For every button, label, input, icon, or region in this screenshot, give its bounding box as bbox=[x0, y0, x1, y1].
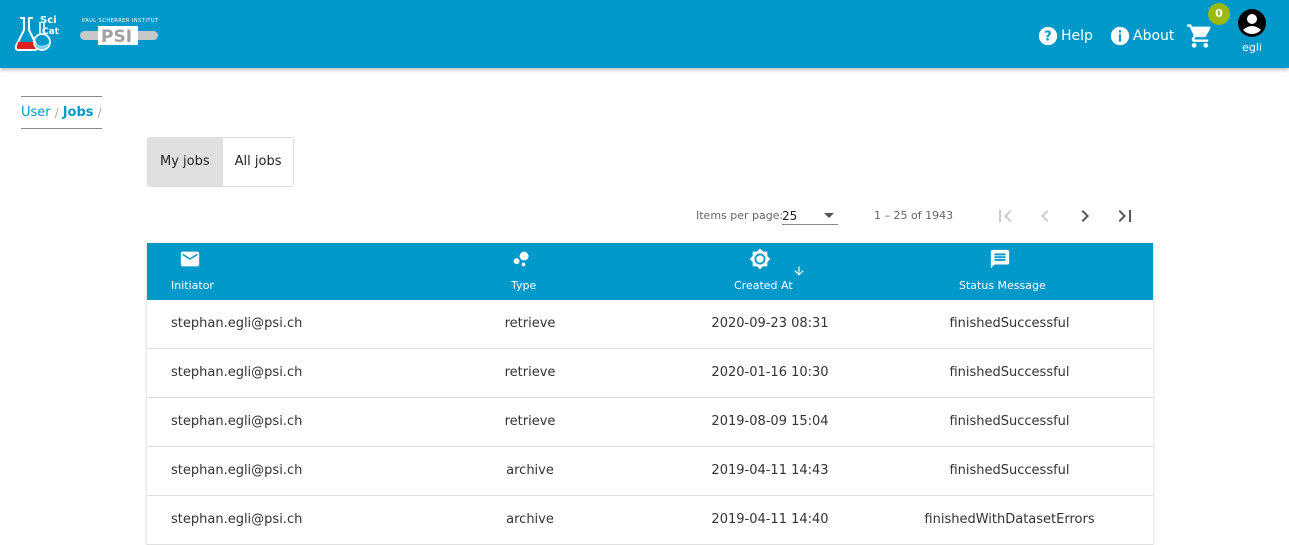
jobs-view-toggle: My jobs All jobs bbox=[147, 137, 295, 187]
cart-count-badge: 0 bbox=[1208, 3, 1230, 25]
about-label: About bbox=[1133, 28, 1175, 44]
breadcrumb-item-user[interactable]: User bbox=[21, 105, 51, 120]
all-jobs-toggle[interactable]: All jobs bbox=[222, 138, 294, 186]
items-per-page-select[interactable]: 25 bbox=[782, 205, 838, 225]
help-label: Help bbox=[1061, 28, 1093, 44]
svg-text:?: ? bbox=[1044, 30, 1051, 45]
status-cell: finishedSuccessful bbox=[949, 316, 1070, 331]
brightness-icon bbox=[749, 248, 771, 270]
type-cell: retrieve bbox=[504, 414, 556, 429]
breadcrumb-separator: / bbox=[54, 105, 59, 120]
column-header-status-message[interactable]: Status Message bbox=[947, 243, 1057, 300]
status-cell: finishedWithDatasetErrors bbox=[924, 512, 1095, 527]
type-cell: archive bbox=[506, 512, 554, 527]
column-label: Created At bbox=[734, 279, 793, 292]
scicat-logo-text-sci: Sci bbox=[40, 15, 57, 26]
breadcrumb-item-jobs[interactable]: Jobs bbox=[63, 105, 94, 120]
created-at-cell: 2020-09-23 08:31 bbox=[711, 316, 829, 331]
created-at-cell: 2019-04-11 14:40 bbox=[711, 512, 829, 527]
status-cell: finishedSuccessful bbox=[949, 463, 1070, 478]
next-page-button[interactable] bbox=[1073, 204, 1097, 228]
column-label: Initiator bbox=[171, 279, 214, 292]
items-per-page-label: Items per page: bbox=[696, 209, 784, 222]
created-at-cell: 2019-04-11 14:43 bbox=[711, 463, 829, 478]
psi-logo[interactable]: PAUL SCHERRER INSTITUT PSI bbox=[78, 15, 160, 47]
arrow-down-icon bbox=[794, 266, 804, 276]
user-avatar[interactable] bbox=[1237, 8, 1267, 38]
dropdown-arrow-icon bbox=[824, 213, 834, 218]
type-cell: retrieve bbox=[504, 365, 556, 380]
previous-page-button[interactable] bbox=[1033, 204, 1057, 228]
last-page-button[interactable] bbox=[1113, 204, 1137, 228]
info-icon bbox=[1110, 26, 1130, 46]
items-per-page-value: 25 bbox=[782, 209, 798, 223]
psi-logo-text: PSI bbox=[101, 27, 132, 47]
type-cell: retrieve bbox=[504, 316, 556, 331]
created-at-cell: 2019-08-09 15:04 bbox=[711, 414, 829, 429]
created-at-cell: 2020-01-16 10:30 bbox=[711, 365, 829, 380]
initiator-cell: stephan.egli@psi.ch bbox=[171, 414, 303, 429]
breadcrumb: User / Jobs / bbox=[21, 96, 102, 129]
last-page-icon bbox=[1118, 210, 1131, 222]
type-cell: archive bbox=[506, 463, 554, 478]
chevron-left-icon bbox=[1041, 210, 1049, 222]
page-range-label: 1 – 25 of 1943 bbox=[874, 209, 954, 222]
bubble-chart-icon bbox=[513, 251, 529, 267]
my-jobs-toggle[interactable]: My jobs bbox=[148, 138, 223, 186]
table-row[interactable]: stephan.egli@psi.ch retrieve 2019-08-09 … bbox=[147, 398, 1153, 447]
help-link[interactable]: ? Help bbox=[1037, 24, 1093, 48]
username-label: egli bbox=[1242, 41, 1262, 54]
column-label: Status Message bbox=[959, 279, 1046, 292]
jobs-table: Initiator Type Created At Status Message… bbox=[147, 243, 1153, 545]
chevron-right-icon bbox=[1081, 210, 1089, 222]
column-header-initiator[interactable]: Initiator bbox=[147, 243, 237, 300]
status-cell: finishedSuccessful bbox=[949, 414, 1070, 429]
table-header: Initiator Type Created At Status Message bbox=[147, 243, 1153, 300]
first-page-button[interactable] bbox=[993, 204, 1017, 228]
top-toolbar: Sci Cat PAUL SCHERRER INSTITUT PSI ? Hel… bbox=[0, 0, 1289, 68]
breadcrumb-separator: / bbox=[97, 105, 102, 120]
psi-logo-tagline: PAUL SCHERRER INSTITUT bbox=[82, 18, 159, 24]
email-icon bbox=[180, 251, 200, 267]
table-row[interactable]: stephan.egli@psi.ch archive 2019-04-11 1… bbox=[147, 447, 1153, 496]
table-row[interactable]: stephan.egli@psi.ch retrieve 2020-09-23 … bbox=[147, 300, 1153, 349]
account-icon bbox=[1238, 9, 1266, 37]
column-header-type[interactable]: Type bbox=[477, 243, 567, 300]
about-link[interactable]: About bbox=[1109, 24, 1174, 48]
help-icon: ? bbox=[1038, 26, 1058, 46]
shopping-cart-icon bbox=[1187, 24, 1211, 48]
scicat-logo-text-cat: Cat bbox=[42, 27, 60, 37]
initiator-cell: stephan.egli@psi.ch bbox=[171, 365, 303, 380]
message-icon bbox=[990, 249, 1010, 269]
status-cell: finishedSuccessful bbox=[949, 365, 1070, 380]
cart-button[interactable] bbox=[1186, 22, 1214, 50]
table-row[interactable]: stephan.egli@psi.ch retrieve 2020-01-16 … bbox=[147, 349, 1153, 398]
initiator-cell: stephan.egli@psi.ch bbox=[171, 512, 303, 527]
first-page-icon bbox=[999, 210, 1012, 222]
initiator-cell: stephan.egli@psi.ch bbox=[171, 316, 303, 331]
scicat-logo[interactable]: Sci Cat bbox=[14, 12, 60, 52]
column-label: Type bbox=[511, 279, 537, 292]
column-header-created-at[interactable]: Created At bbox=[717, 243, 827, 300]
table-row[interactable]: stephan.egli@psi.ch archive 2019-04-11 1… bbox=[147, 496, 1153, 545]
initiator-cell: stephan.egli@psi.ch bbox=[171, 463, 303, 478]
